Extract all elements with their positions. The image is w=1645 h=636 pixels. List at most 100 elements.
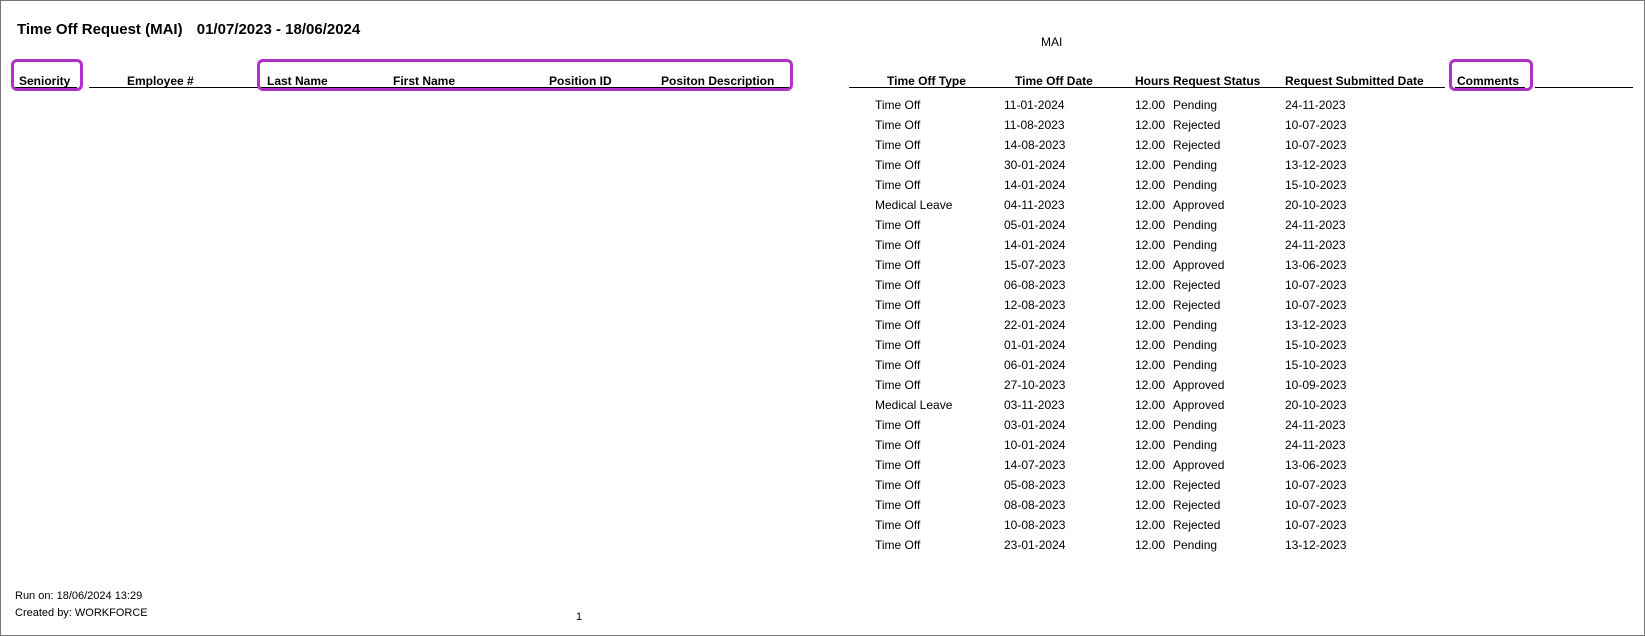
cell-time-off-date: 01-01-2024 bbox=[1004, 338, 1065, 352]
table-row: Time Off14-07-202312.00Approved13-06-202… bbox=[15, 456, 1630, 476]
cell-request-submitted: 15-10-2023 bbox=[1285, 338, 1346, 352]
cell-request-submitted: 15-10-2023 bbox=[1285, 178, 1346, 192]
col-comments: Comments bbox=[1457, 74, 1519, 88]
cell-time-off-type: Time Off bbox=[875, 118, 920, 132]
cell-request-status: Approved bbox=[1173, 198, 1224, 212]
cell-request-status: Rejected bbox=[1173, 118, 1220, 132]
report-page: Time Off Request (MAI) 01/07/2023 - 18/0… bbox=[0, 0, 1645, 636]
col-first-name: First Name bbox=[393, 74, 455, 88]
cell-request-submitted: 10-07-2023 bbox=[1285, 278, 1346, 292]
col-request-submitted: Request Submitted Date bbox=[1285, 74, 1424, 88]
cell-request-status: Pending bbox=[1173, 318, 1217, 332]
cell-time-off-type: Time Off bbox=[875, 518, 920, 532]
cell-hours: 12.00 bbox=[1127, 398, 1165, 412]
column-headers: Seniority Employee # Last Name First Nam… bbox=[15, 66, 1630, 90]
cell-request-submitted: 10-07-2023 bbox=[1285, 138, 1346, 152]
cell-time-off-date: 14-08-2023 bbox=[1004, 138, 1065, 152]
cell-time-off-date: 10-08-2023 bbox=[1004, 518, 1065, 532]
table-row: Time Off11-01-202412.00Pending24-11-2023 bbox=[15, 96, 1630, 116]
cell-request-submitted: 20-10-2023 bbox=[1285, 198, 1346, 212]
cell-hours: 12.00 bbox=[1127, 438, 1165, 452]
cell-request-status: Pending bbox=[1173, 158, 1217, 172]
cell-time-off-date: 11-08-2023 bbox=[1004, 118, 1065, 132]
footer-created-by: Created by: WORKFORCE bbox=[15, 605, 148, 623]
cell-time-off-date: 03-11-2023 bbox=[1004, 398, 1065, 412]
cell-time-off-date: 14-07-2023 bbox=[1004, 458, 1065, 472]
cell-time-off-type: Time Off bbox=[875, 538, 920, 552]
table-row: Time Off15-07-202312.00Approved13-06-202… bbox=[15, 256, 1630, 276]
cell-request-status: Approved bbox=[1173, 258, 1224, 272]
cell-time-off-date: 11-01-2024 bbox=[1004, 98, 1065, 112]
cell-hours: 12.00 bbox=[1127, 278, 1165, 292]
cell-time-off-date: 04-11-2023 bbox=[1004, 198, 1065, 212]
cell-hours: 12.00 bbox=[1127, 458, 1165, 472]
cell-time-off-type: Medical Leave bbox=[875, 398, 952, 412]
cell-time-off-date: 06-01-2024 bbox=[1004, 358, 1065, 372]
cell-request-status: Approved bbox=[1173, 378, 1224, 392]
table-body: Time Off 11-01-2024 12.00 Pending 24-11-2023… bbox=[15, 96, 1630, 556]
cell-request-submitted: 10-07-2023 bbox=[1285, 478, 1346, 492]
footer-page-number: 1 bbox=[576, 611, 582, 623]
cell-hours: 12.00 bbox=[1127, 98, 1165, 112]
table-row: Time Off14-08-202312.00Rejected10-07-202… bbox=[15, 136, 1630, 156]
cell-time-off-type: Time Off bbox=[875, 158, 920, 172]
cell-time-off-date: 30-01-2024 bbox=[1004, 158, 1065, 172]
table-row: Time Off12-08-202312.00Rejected10-07-202… bbox=[15, 296, 1630, 316]
cell-request-status: Pending bbox=[1173, 338, 1217, 352]
group-label: MAI bbox=[1041, 35, 1062, 49]
cell-request-status: Pending bbox=[1173, 98, 1217, 112]
cell-time-off-type: Time Off bbox=[875, 358, 920, 372]
cell-time-off-date: 15-07-2023 bbox=[1004, 258, 1065, 272]
table-row: Time Off06-08-202312.00Rejected10-07-202… bbox=[15, 276, 1630, 296]
col-position-desc: Positon Description bbox=[661, 74, 774, 88]
col-last-name: Last Name bbox=[267, 74, 328, 88]
cell-request-submitted: 13-12-2023 bbox=[1285, 318, 1346, 332]
cell-time-off-type: Time Off bbox=[875, 498, 920, 512]
cell-time-off-type: Time Off bbox=[875, 438, 920, 452]
table-row: Time Off08-08-202312.00Rejected10-07-202… bbox=[15, 496, 1630, 516]
cell-request-submitted: 10-07-2023 bbox=[1285, 118, 1346, 132]
table-row: Medical Leave03-11-202312.00Approved20-1… bbox=[15, 396, 1630, 416]
report-title-row: Time Off Request (MAI) 01/07/2023 - 18/0… bbox=[17, 21, 1630, 38]
table-row: Time Off30-01-202412.00Pending13-12-2023 bbox=[15, 156, 1630, 176]
cell-request-submitted: 10-07-2023 bbox=[1285, 518, 1346, 532]
cell-request-status: Pending bbox=[1173, 238, 1217, 252]
table-row: Time Off10-01-202412.00Pending24-11-2023 bbox=[15, 436, 1630, 456]
cell-time-off-date: 27-10-2023 bbox=[1004, 378, 1065, 392]
cell-request-submitted: 15-10-2023 bbox=[1285, 358, 1346, 372]
cell-request-submitted: 13-12-2023 bbox=[1285, 538, 1346, 552]
cell-hours: 12.00 bbox=[1127, 318, 1165, 332]
cell-request-submitted: 24-11-2023 bbox=[1285, 438, 1346, 452]
cell-hours: 12.00 bbox=[1127, 218, 1165, 232]
cell-request-submitted: 24-11-2023 bbox=[1285, 98, 1346, 112]
col-time-off-date: Time Off Date bbox=[1015, 74, 1093, 88]
footer-run-on: Run on: 18/06/2024 13:29 bbox=[15, 588, 148, 606]
table-row: Time Off22-01-202412.00Pending13-12-2023 bbox=[15, 316, 1630, 336]
cell-request-status: Approved bbox=[1173, 458, 1224, 472]
cell-hours: 12.00 bbox=[1127, 498, 1165, 512]
cell-hours: 12.00 bbox=[1127, 358, 1165, 372]
cell-request-status: Rejected bbox=[1173, 498, 1220, 512]
cell-request-submitted: 20-10-2023 bbox=[1285, 398, 1346, 412]
cell-hours: 12.00 bbox=[1127, 298, 1165, 312]
cell-time-off-date: 14-01-2024 bbox=[1004, 178, 1065, 192]
cell-hours: 12.00 bbox=[1127, 418, 1165, 432]
report-title: Time Off Request (MAI) bbox=[17, 21, 183, 38]
cell-request-status: Rejected bbox=[1173, 298, 1220, 312]
cell-time-off-date: 10-01-2024 bbox=[1004, 438, 1065, 452]
table-row: Time Off27-10-202312.00Approved10-09-202… bbox=[15, 376, 1630, 396]
table-row: Time Off14-01-202412.00Pending24-11-2023 bbox=[15, 236, 1630, 256]
table-row: Time Off10-08-202312.00Rejected10-07-202… bbox=[15, 516, 1630, 536]
table-row: Time Off 23-01-2024 12.00 Pending 13-12-2023 bbox=[15, 536, 1630, 556]
cell-time-off-date: 23-01-2024 bbox=[1004, 538, 1065, 552]
cell-request-status: Rejected bbox=[1173, 478, 1220, 492]
table-row: Time Off06-01-202412.00Pending15-10-2023 bbox=[15, 356, 1630, 376]
col-seniority: Seniority bbox=[19, 74, 70, 88]
cell-time-off-type: Time Off bbox=[875, 378, 920, 392]
cell-time-off-date: 03-01-2024 bbox=[1004, 418, 1065, 432]
cell-time-off-type: Time Off bbox=[875, 478, 920, 492]
cell-request-status: Pending bbox=[1173, 538, 1217, 552]
cell-time-off-type: Time Off bbox=[875, 238, 920, 252]
cell-hours: 12.00 bbox=[1127, 538, 1165, 552]
cell-time-off-type: Time Off bbox=[875, 278, 920, 292]
